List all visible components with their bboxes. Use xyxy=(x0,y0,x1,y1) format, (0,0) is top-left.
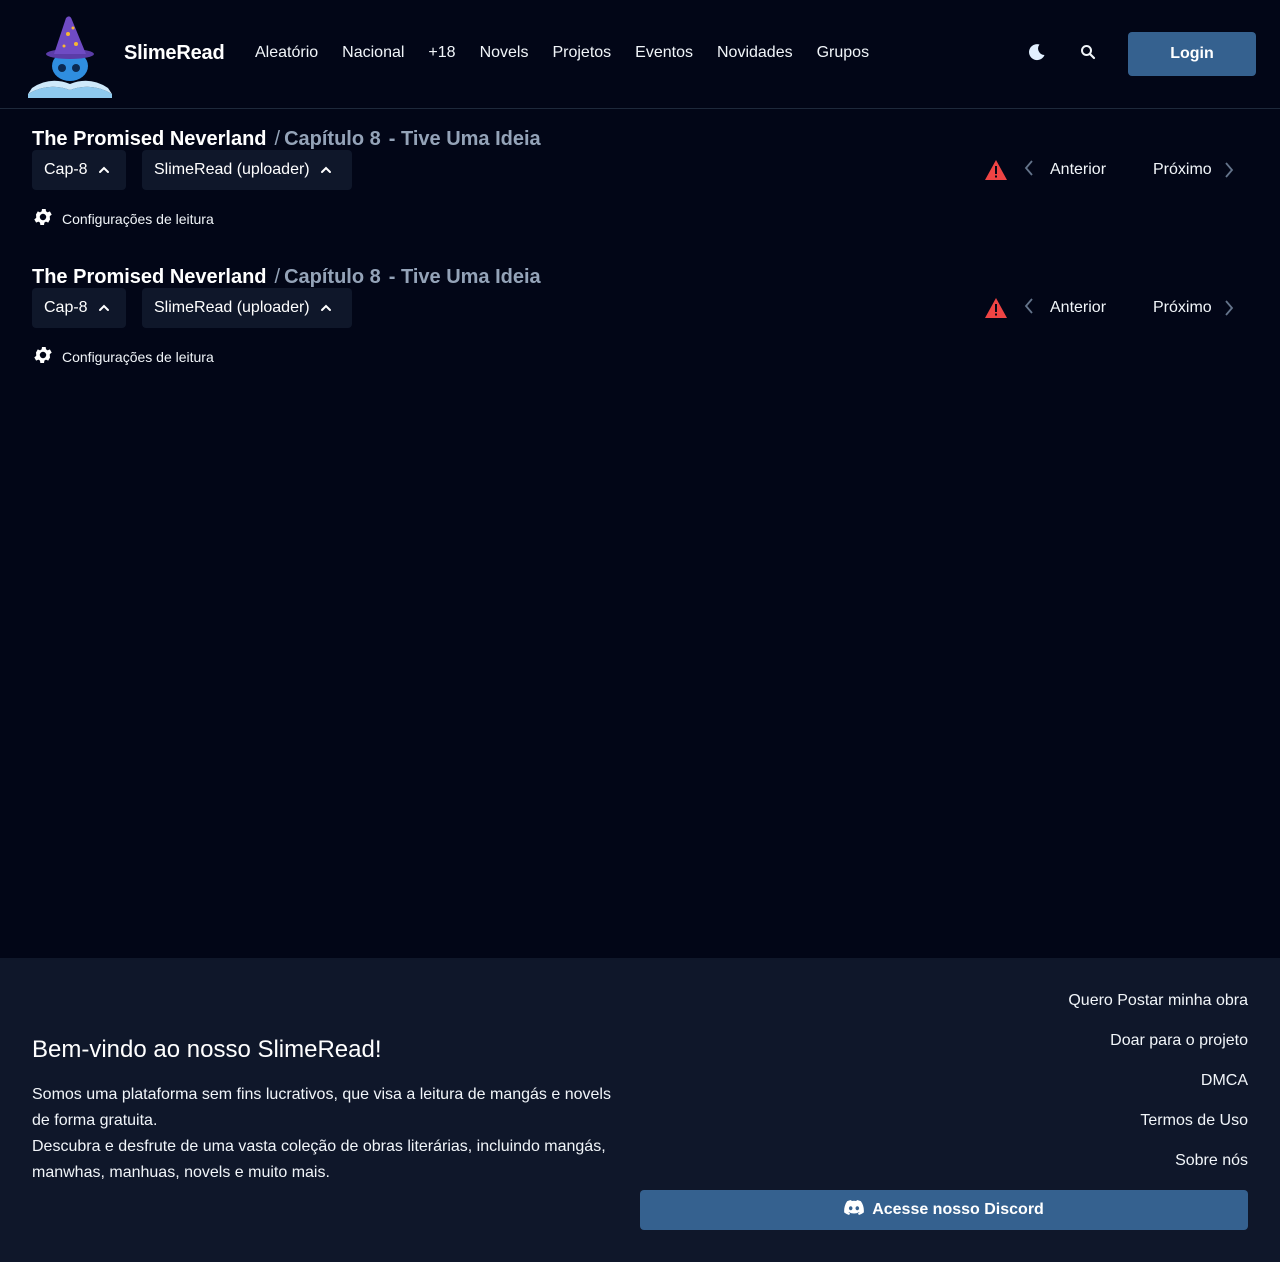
chapter-name: - Tive Uma Ideia xyxy=(388,128,541,150)
chapter-select-value: Cap-8 xyxy=(44,299,88,316)
chevron-right-icon xyxy=(1224,162,1234,178)
chapter-heading: The Promised Neverland / Capítulo 8 - Ti… xyxy=(32,266,541,289)
chevron-up-icon xyxy=(320,304,332,312)
reader-controls-bottom: The Promised Neverland / Capítulo 8 - Ti… xyxy=(0,266,1280,390)
group-select[interactable]: SlimeRead (uploader) xyxy=(142,150,352,190)
footer-about-text: Somos uma plataforma sem fins lucrativos… xyxy=(32,1082,622,1186)
chapter-number: Capítulo 8 xyxy=(284,266,381,288)
chapter-select[interactable]: Cap-8 xyxy=(32,150,126,190)
nav-item-nacional[interactable]: Nacional xyxy=(342,44,404,62)
top-navbar: SlimeRead Aleatório Nacional +18 Novels … xyxy=(0,0,1280,109)
slime-wizard-logo[interactable] xyxy=(26,14,114,98)
search-icon xyxy=(1080,44,1096,65)
discord-label: Acesse nosso Discord xyxy=(872,1201,1044,1218)
reading-settings-button[interactable]: Configurações de leitura xyxy=(32,206,214,231)
login-button[interactable]: Login xyxy=(1128,32,1256,76)
main-nav: Aleatório Nacional +18 Novels Projetos E… xyxy=(255,44,893,62)
chevron-left-icon xyxy=(1024,297,1034,319)
next-chapter-button[interactable]: Próximo xyxy=(1153,294,1234,322)
discord-button[interactable]: Acesse nosso Discord xyxy=(640,1190,1248,1230)
report-warning-button[interactable] xyxy=(984,159,1008,181)
footer-welcome-heading: Bem-vindo ao nosso SlimeRead! xyxy=(32,1036,382,1063)
chevron-up-icon xyxy=(98,166,110,174)
previous-label: Anterior xyxy=(1050,161,1107,178)
nav-item-aleatorio[interactable]: Aleatório xyxy=(255,44,318,62)
brand-name[interactable]: SlimeRead xyxy=(124,42,225,65)
title-separator: / xyxy=(274,128,281,150)
group-select-value: SlimeRead (uploader) xyxy=(154,161,310,178)
nav-item-grupos[interactable]: Grupos xyxy=(817,44,869,62)
moon-icon xyxy=(1027,42,1047,67)
next-label: Próximo xyxy=(1153,161,1212,178)
reading-settings-label: Configurações de leitura xyxy=(62,348,214,365)
nav-item-projetos[interactable]: Projetos xyxy=(552,44,611,62)
title-separator: / xyxy=(274,266,281,288)
chevron-up-icon xyxy=(98,304,110,312)
reading-settings-button[interactable]: Configurações de leitura xyxy=(32,344,214,369)
previous-chapter-button[interactable]: Anterior xyxy=(1024,294,1106,322)
nav-item-adult[interactable]: +18 xyxy=(428,44,455,62)
previous-label: Anterior xyxy=(1050,299,1107,316)
warning-icon xyxy=(984,298,1008,323)
footer-link-terms[interactable]: Termos de Uso xyxy=(1068,1110,1248,1150)
site-footer: Bem-vindo ao nosso SlimeRead! Somos uma … xyxy=(0,958,1280,1262)
about-line-1: Somos uma plataforma sem fins lucrativos… xyxy=(32,1086,611,1129)
nav-item-eventos[interactable]: Eventos xyxy=(635,44,693,62)
footer-link-dmca[interactable]: DMCA xyxy=(1068,1070,1248,1110)
theme-toggle-button[interactable] xyxy=(1021,38,1053,70)
next-chapter-button[interactable]: Próximo xyxy=(1153,156,1234,184)
chapter-heading: The Promised Neverland / Capítulo 8 - Ti… xyxy=(32,128,541,151)
chevron-right-icon xyxy=(1224,300,1234,316)
footer-link-donate[interactable]: Doar para o projeto xyxy=(1068,1030,1248,1070)
reader-controls-top: The Promised Neverland / Capítulo 8 - Ti… xyxy=(0,128,1280,252)
chapter-number: Capítulo 8 xyxy=(284,128,381,150)
nav-item-novels[interactable]: Novels xyxy=(480,44,529,62)
warning-icon xyxy=(984,160,1008,185)
group-select[interactable]: SlimeRead (uploader) xyxy=(142,288,352,328)
footer-link-post-work[interactable]: Quero Postar minha obra xyxy=(1068,990,1248,1030)
gear-icon xyxy=(32,344,54,369)
next-label: Próximo xyxy=(1153,299,1212,316)
discord-icon xyxy=(844,1199,865,1221)
group-select-value: SlimeRead (uploader) xyxy=(154,299,310,316)
gear-icon xyxy=(32,206,54,231)
series-title-link[interactable]: The Promised Neverland xyxy=(32,266,267,289)
report-warning-button[interactable] xyxy=(984,297,1008,319)
chapter-name: - Tive Uma Ideia xyxy=(388,266,541,288)
about-line-2: Descubra e desfrute de uma vasta coleção… xyxy=(32,1138,606,1181)
chapter-select-value: Cap-8 xyxy=(44,161,88,178)
footer-links: Quero Postar minha obra Doar para o proj… xyxy=(1068,990,1248,1190)
reading-settings-label: Configurações de leitura xyxy=(62,210,214,227)
chevron-up-icon xyxy=(320,166,332,174)
nav-item-novidades[interactable]: Novidades xyxy=(717,44,793,62)
previous-chapter-button[interactable]: Anterior xyxy=(1024,156,1106,184)
chevron-left-icon xyxy=(1024,159,1034,181)
chapter-select[interactable]: Cap-8 xyxy=(32,288,126,328)
series-title-link[interactable]: The Promised Neverland xyxy=(32,128,267,151)
footer-link-about[interactable]: Sobre nós xyxy=(1068,1150,1248,1190)
search-button[interactable] xyxy=(1072,38,1104,70)
